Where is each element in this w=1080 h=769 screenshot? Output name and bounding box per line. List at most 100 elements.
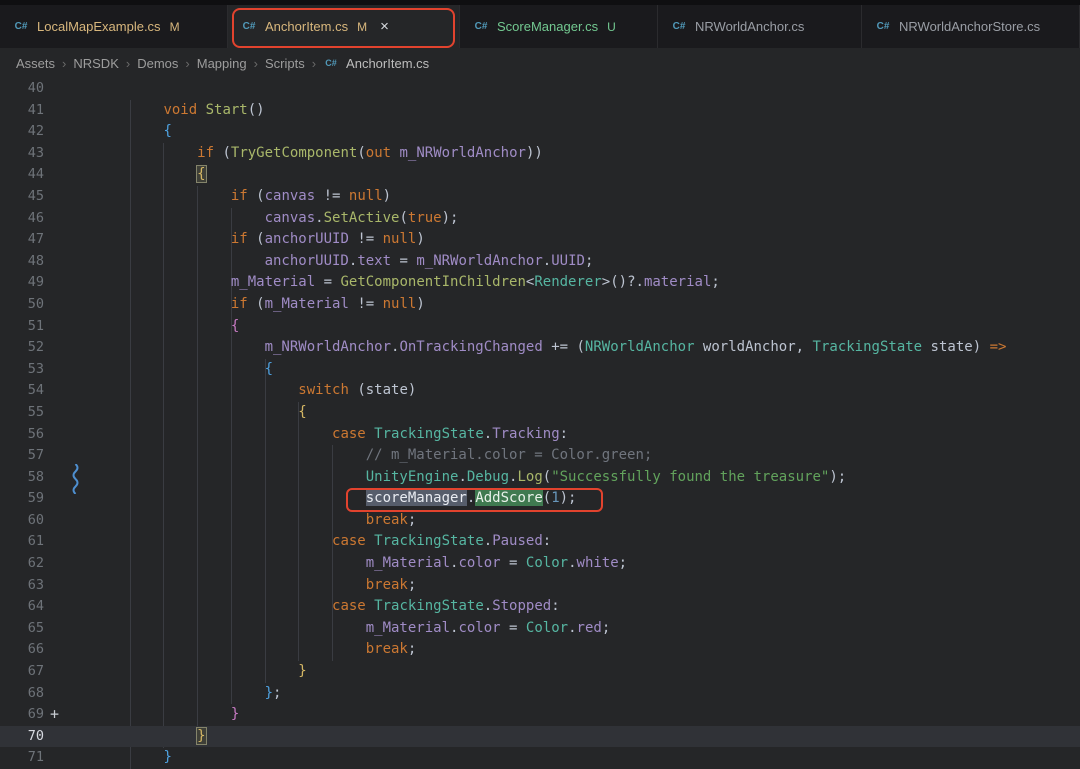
code-text[interactable]: case TrackingState.Tracking: (96, 424, 568, 446)
breadcrumb-item-scripts[interactable]: Scripts (265, 56, 305, 71)
line-number[interactable]: 40 (0, 78, 44, 100)
code-line[interactable]: 54 switch (state) (0, 380, 1080, 402)
code-text[interactable]: break; (96, 639, 416, 661)
code-line[interactable]: 64 case TrackingState.Stopped: (0, 596, 1080, 618)
line-number[interactable]: 49 (0, 272, 44, 294)
tab-scoremanager-cs[interactable]: C#ScoreManager.csU (460, 5, 658, 48)
line-number[interactable]: 56 (0, 424, 44, 446)
code-line[interactable]: 43 if (TryGetComponent(out m_NRWorldAnch… (0, 143, 1080, 165)
line-number[interactable]: 41 (0, 100, 44, 122)
code-text[interactable]: m_NRWorldAnchor.OnTrackingChanged += (NR… (96, 337, 1006, 359)
code-text[interactable]: if (m_Material != null) (96, 294, 425, 316)
code-line[interactable]: 53 { (0, 359, 1080, 381)
code-text[interactable]: m_Material.color = Color.red; (96, 618, 610, 640)
line-number[interactable]: 68 (0, 683, 44, 705)
code-text[interactable]: scoreManager.AddScore(1); (96, 488, 576, 510)
line-number[interactable]: 64 (0, 596, 44, 618)
code-line[interactable]: 59 scoreManager.AddScore(1); (0, 488, 1080, 510)
code-line[interactable]: 48 anchorUUID.text = m_NRWorldAnchor.UUI… (0, 251, 1080, 273)
code-line[interactable]: 50 if (m_Material != null) (0, 294, 1080, 316)
code-line[interactable]: 66 break; (0, 639, 1080, 661)
code-text[interactable]: case TrackingState.Paused: (96, 531, 551, 553)
code-text[interactable]: if (anchorUUID != null) (96, 229, 425, 251)
code-text[interactable]: switch (state) (96, 380, 416, 402)
breadcrumb-item-mapping[interactable]: Mapping (197, 56, 247, 71)
code-text[interactable]: m_Material.color = Color.white; (96, 553, 627, 575)
code-text[interactable]: }; (96, 683, 281, 705)
code-line[interactable]: 44 { (0, 164, 1080, 186)
line-number[interactable]: 62 (0, 553, 44, 575)
code-text[interactable]: { (96, 164, 206, 186)
code-line[interactable]: 46 canvas.SetActive(true); (0, 208, 1080, 230)
code-line[interactable]: 63 break; (0, 575, 1080, 597)
code-line[interactable]: 67 } (0, 661, 1080, 683)
code-text[interactable]: if (TryGetComponent(out m_NRWorldAnchor)… (96, 143, 543, 165)
code-line[interactable]: 42 { (0, 121, 1080, 143)
line-number[interactable]: 71 (0, 747, 44, 769)
line-number[interactable]: 59 (0, 488, 44, 510)
code-text[interactable]: case TrackingState.Stopped: (96, 596, 560, 618)
code-text[interactable]: } (96, 704, 239, 726)
code-line[interactable]: 65 m_Material.color = Color.red; (0, 618, 1080, 640)
code-text[interactable]: { (96, 316, 239, 338)
code-text[interactable]: { (96, 121, 172, 143)
code-line[interactable]: 70 } (0, 726, 1080, 748)
line-number[interactable]: 45 (0, 186, 44, 208)
line-number[interactable]: 65 (0, 618, 44, 640)
code-line[interactable]: 47 if (anchorUUID != null) (0, 229, 1080, 251)
code-text[interactable]: { (96, 359, 273, 381)
line-number[interactable]: 57 (0, 445, 44, 467)
tab-localmapexample-cs[interactable]: C#LocalMapExample.csM (0, 5, 228, 48)
code-text[interactable]: canvas.SetActive(true); (96, 208, 458, 230)
line-number[interactable]: 44 (0, 164, 44, 186)
code-line[interactable]: 60 break; (0, 510, 1080, 532)
line-number[interactable]: 42 (0, 121, 44, 143)
line-number[interactable]: 53 (0, 359, 44, 381)
code-line[interactable]: 49 m_Material = GetComponentInChildren<R… (0, 272, 1080, 294)
code-line[interactable]: 41 void Start() (0, 100, 1080, 122)
code-text[interactable]: } (96, 747, 172, 769)
breadcrumb-item-demos[interactable]: Demos (137, 56, 178, 71)
code-text[interactable]: { (96, 402, 307, 424)
code-line[interactable]: 62 m_Material.color = Color.white; (0, 553, 1080, 575)
code-text[interactable]: void Start() (96, 100, 265, 122)
code-line[interactable]: 61 case TrackingState.Paused: (0, 531, 1080, 553)
line-number[interactable]: 69 (0, 704, 44, 726)
line-number[interactable]: 50 (0, 294, 44, 316)
code-text[interactable]: anchorUUID.text = m_NRWorldAnchor.UUID; (96, 251, 593, 273)
close-icon[interactable]: × (380, 19, 389, 34)
line-number[interactable]: 47 (0, 229, 44, 251)
code-line[interactable]: 40 (0, 78, 1080, 100)
tab-nrworldanchorstore-cs[interactable]: C#NRWorldAnchorStore.cs (862, 5, 1080, 48)
code-line[interactable]: 69 + } (0, 704, 1080, 726)
code-text[interactable]: UnityEngine.Debug.Log("Successfully foun… (96, 467, 846, 489)
gutter-plus-icon[interactable]: + (50, 704, 59, 726)
line-number[interactable]: 66 (0, 639, 44, 661)
line-number[interactable]: 54 (0, 380, 44, 402)
code-line[interactable]: 71 } (0, 747, 1080, 769)
code-line[interactable]: 45 if (canvas != null) (0, 186, 1080, 208)
line-number[interactable]: 58 (0, 467, 44, 489)
line-number[interactable]: 70 (0, 726, 44, 748)
code-line[interactable]: 52 m_NRWorldAnchor.OnTrackingChanged += … (0, 337, 1080, 359)
line-number[interactable]: 60 (0, 510, 44, 532)
code-line[interactable]: 56 case TrackingState.Tracking: (0, 424, 1080, 446)
tab-anchoritem-cs[interactable]: C#AnchorItem.csM× (228, 5, 460, 48)
code-text[interactable]: break; (96, 575, 416, 597)
code-text[interactable]: if (canvas != null) (96, 186, 391, 208)
code-text[interactable]: } (96, 726, 206, 748)
line-number[interactable]: 55 (0, 402, 44, 424)
line-number[interactable]: 48 (0, 251, 44, 273)
line-number[interactable]: 43 (0, 143, 44, 165)
code-text[interactable]: } (96, 661, 307, 683)
line-number[interactable]: 67 (0, 661, 44, 683)
line-number[interactable]: 61 (0, 531, 44, 553)
line-number[interactable]: 51 (0, 316, 44, 338)
code-line[interactable]: 51 { (0, 316, 1080, 338)
breadcrumb-item-assets[interactable]: Assets (16, 56, 55, 71)
breadcrumb-item-nrsdk[interactable]: NRSDK (73, 56, 119, 71)
breadcrumb-file[interactable]: AnchorItem.cs (346, 56, 429, 71)
code-text[interactable]: // m_Material.color = Color.green; (96, 445, 652, 467)
code-text[interactable]: m_Material = GetComponentInChildren<Rend… (96, 272, 720, 294)
line-number[interactable]: 52 (0, 337, 44, 359)
